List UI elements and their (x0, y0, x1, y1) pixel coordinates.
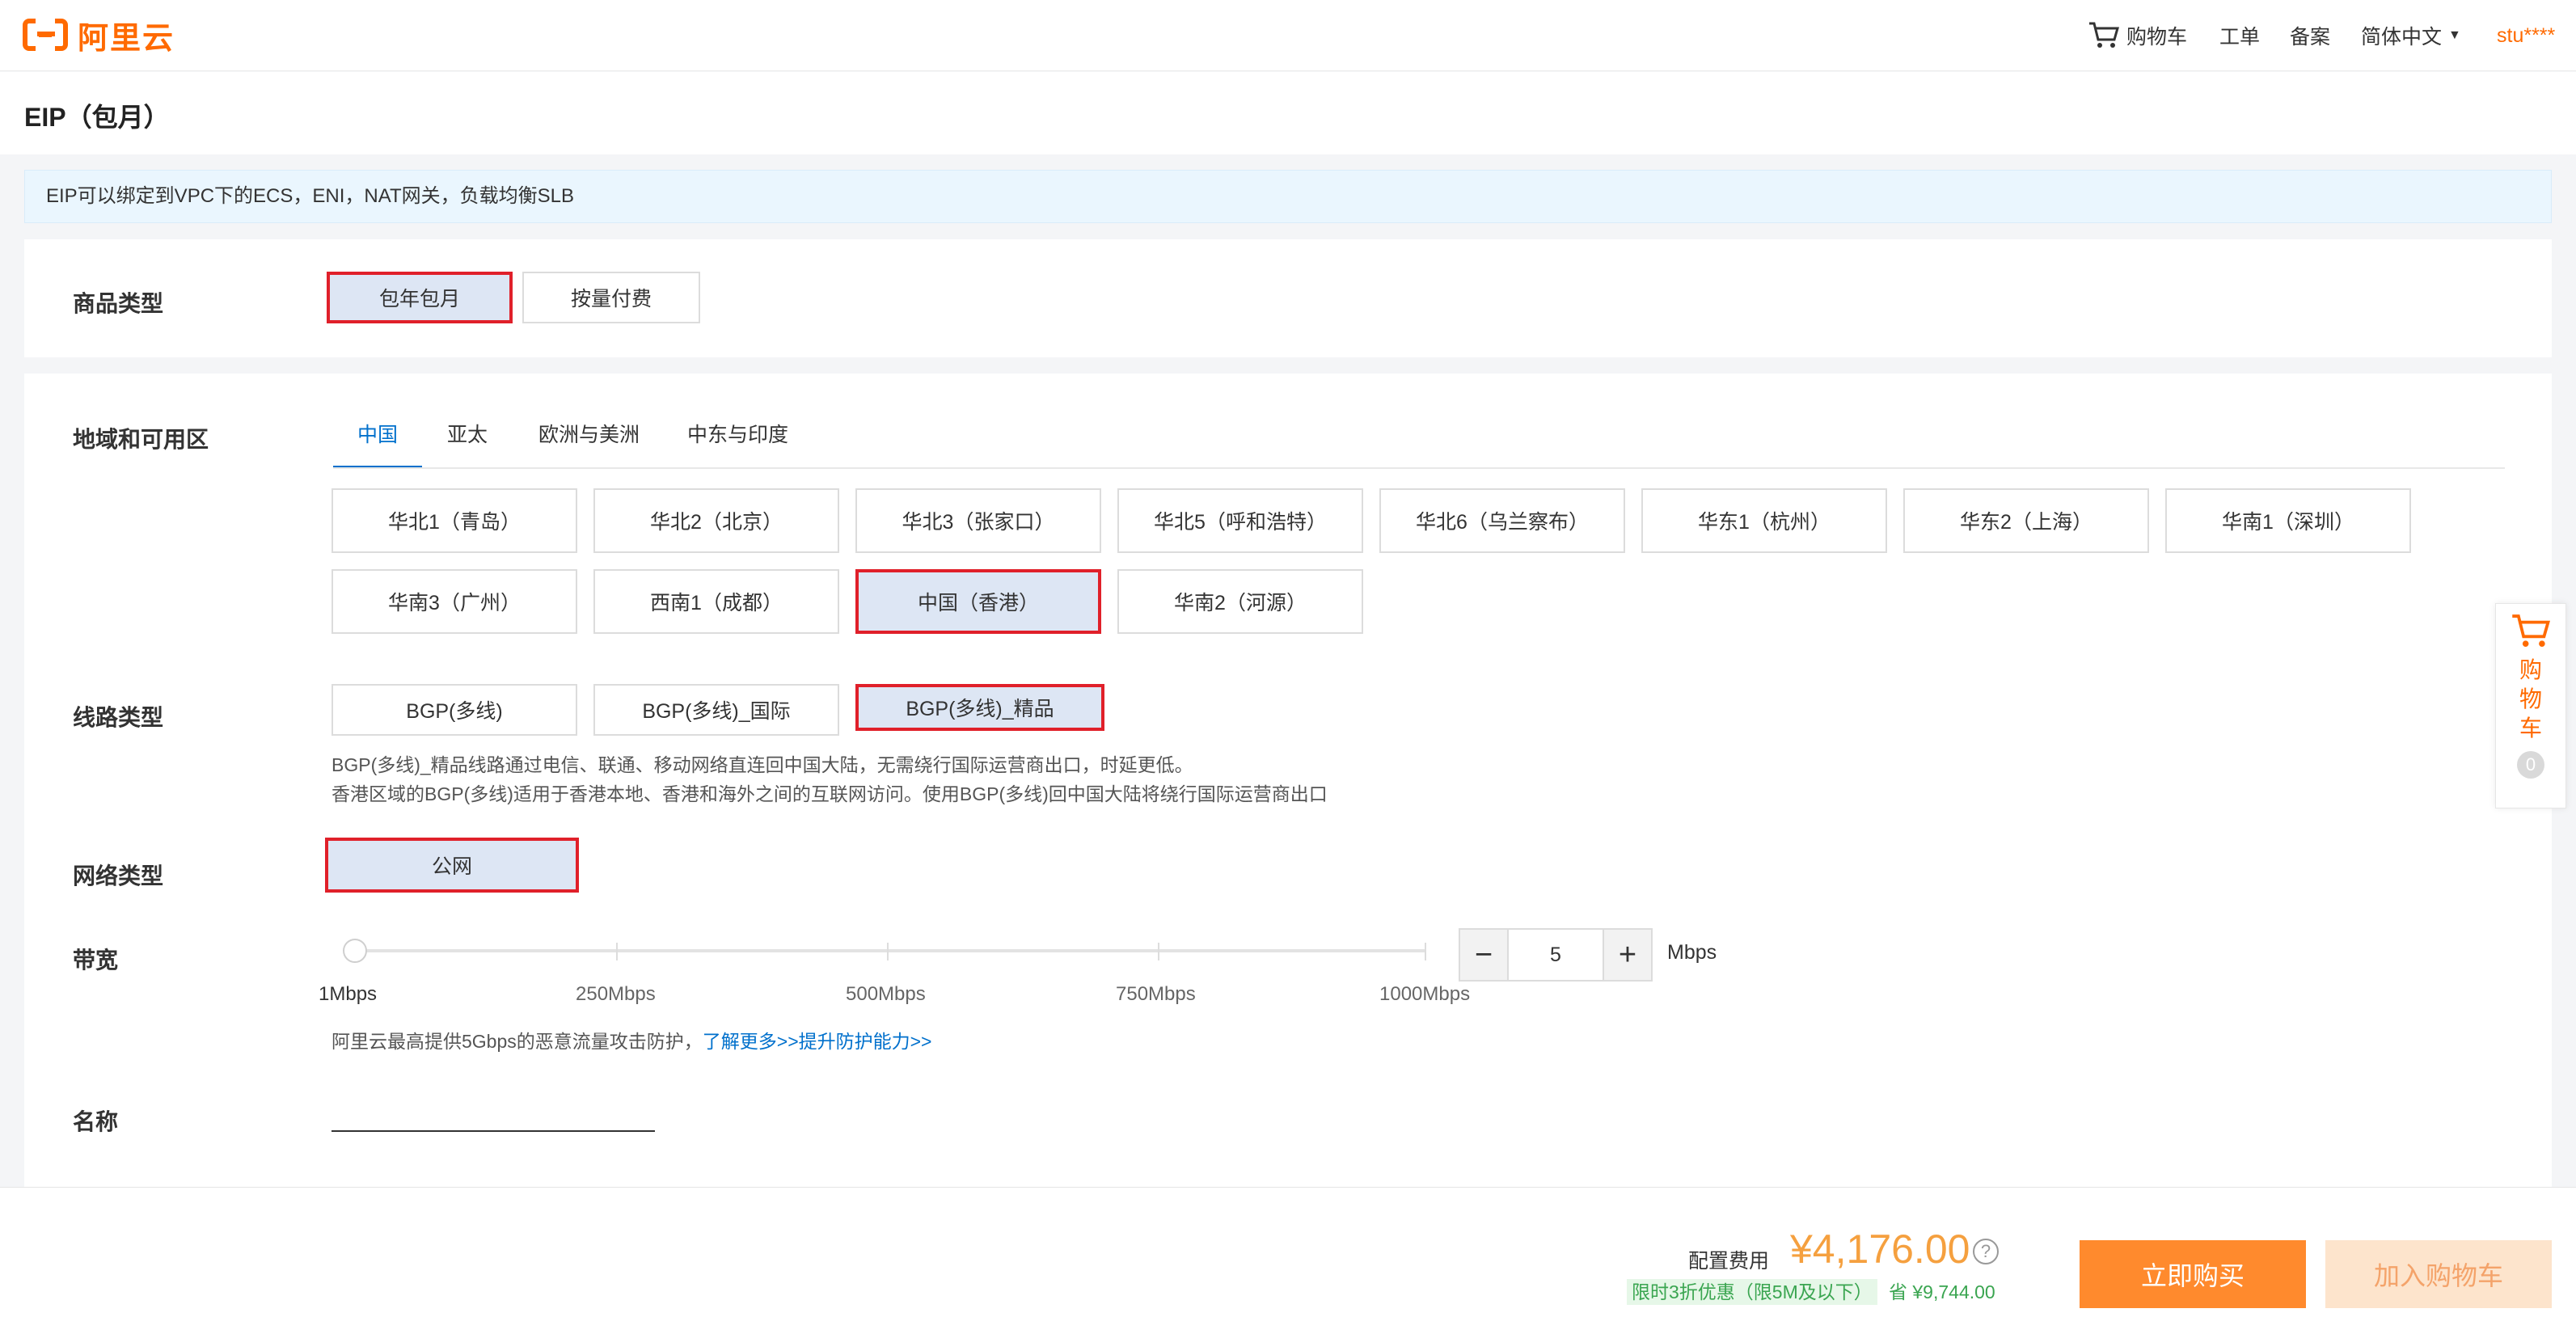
decrement-button[interactable]: − (1460, 930, 1507, 980)
bandwidth-input[interactable]: 5 (1507, 930, 1604, 980)
add-to-cart-button[interactable]: 加入购物车 (2325, 1240, 2552, 1308)
line-type-label: 线路类型 (73, 705, 164, 730)
buy-now-button[interactable]: 立即购买 (2080, 1240, 2306, 1308)
cart-nav-link[interactable]: 购物车 (2088, 15, 2187, 57)
region-guangzhou[interactable]: 华南3（广州） (332, 569, 577, 634)
line-type-desc-1: BGP(多线)_精品线路通过电信、联通、移动网络直连回中国大陆，无需绕行国际运营… (332, 754, 1193, 775)
language-dropdown[interactable]: 简体中文 ▼ (2361, 15, 2461, 57)
page-title: EIP（包月） (24, 103, 170, 132)
slider-tick (616, 943, 618, 960)
line-bgp-international[interactable]: BGP(多线)_国际 (593, 684, 839, 736)
promo-badge: 限时3折优惠（限5M及以下） (1627, 1279, 1877, 1305)
total-price: ¥4,176.00 (1790, 1226, 1970, 1272)
region-chengdu[interactable]: 西南1（成都） (593, 569, 839, 634)
ticket-nav-link[interactable]: 工单 (2219, 15, 2260, 57)
ddos-learn-more-link[interactable]: 了解更多>>提升防护能力>> (703, 1031, 932, 1052)
option-pay-as-you-go[interactable]: 按量付费 (522, 272, 700, 323)
tab-europe-americas[interactable]: 欧洲与美洲 (538, 411, 640, 469)
line-bgp[interactable]: BGP(多线) (332, 684, 577, 736)
increment-button[interactable]: + (1604, 930, 1651, 980)
language-label: 简体中文 (2361, 26, 2443, 49)
region-wulanchabu[interactable]: 华北6（乌兰察布） (1379, 488, 1625, 553)
title-bar (0, 72, 2576, 154)
line-type-desc-2: 香港区域的BGP(多线)适用于香港本地、香港和海外之间的互联网访问。使用BGP(… (332, 783, 1328, 804)
slider-tick (887, 943, 889, 960)
help-icon[interactable]: ? (1973, 1239, 1999, 1264)
region-hangzhou[interactable]: 华东1（杭州） (1641, 488, 1887, 553)
slider-tick (1425, 943, 1426, 960)
tab-asia-pacific[interactable]: 亚太 (447, 411, 488, 469)
cart-icon (2512, 614, 2550, 647)
cart-label: 购物车 (2126, 26, 2188, 49)
region-zhangjiakou[interactable]: 华北3（张家口） (855, 488, 1101, 553)
tick-label: 1000Mbps (1379, 983, 1471, 1005)
region-heyuan[interactable]: 华南2（河源） (1117, 569, 1363, 634)
name-input[interactable] (332, 1096, 655, 1132)
cart-count-badge: 0 (2517, 751, 2544, 779)
tab-divider (333, 467, 2505, 469)
bandwidth-unit: Mbps (1667, 941, 1717, 964)
name-label: 名称 (73, 1109, 119, 1134)
line-bgp-premium[interactable]: BGP(多线)_精品 (855, 684, 1104, 731)
tick-label: 1Mbps (319, 983, 378, 1005)
floating-cart[interactable]: 购物车 0 (2495, 603, 2566, 808)
ddos-tip: 阿里云最高提供5Gbps的恶意流量攻击防护，了解更多>>提升防护能力>> (332, 1027, 932, 1056)
tab-china[interactable]: 中国 (333, 411, 423, 469)
floating-cart-label: 购物车 (2519, 657, 2542, 741)
ddos-tip-text: 阿里云最高提供5Gbps的恶意流量攻击防护， (332, 1031, 703, 1052)
network-type-label: 网络类型 (73, 863, 164, 889)
region-huhehaote[interactable]: 华北5（呼和浩特） (1117, 488, 1363, 553)
cost-label: 配置费用 (1688, 1250, 1770, 1273)
tick-label: 250Mbps (576, 983, 656, 1005)
bandwidth-stepper: − 5 + (1459, 928, 1653, 982)
region-hongkong[interactable]: 中国（香港） (855, 569, 1101, 634)
cart-icon (2089, 22, 2119, 48)
aliyun-logo[interactable]: 阿里云 (23, 15, 175, 56)
option-subscription[interactable]: 包年包月 (327, 272, 513, 323)
tick-label: 750Mbps (1116, 983, 1196, 1005)
region-shanghai[interactable]: 华东2（上海） (1903, 488, 2149, 553)
top-navbar (0, 0, 2576, 71)
region-qingdao[interactable]: 华北1（青岛） (332, 488, 577, 553)
region-label: 地域和可用区 (73, 427, 209, 452)
logo-icon (23, 18, 68, 52)
bandwidth-slider-track[interactable] (351, 949, 1426, 952)
info-notice: EIP可以绑定到VPC下的ECS，ENI，NAT网关，负载均衡SLB (24, 170, 2552, 223)
user-account-link[interactable]: stu**** (2497, 15, 2555, 57)
logo-text: 阿里云 (78, 21, 175, 56)
filing-nav-link[interactable]: 备案 (2290, 15, 2330, 57)
network-public[interactable]: 公网 (325, 838, 579, 893)
region-beijing[interactable]: 华北2（北京） (593, 488, 839, 553)
tick-label: 500Mbps (846, 983, 926, 1005)
slider-tick (1158, 943, 1159, 960)
product-type-label: 商品类型 (73, 291, 164, 316)
bandwidth-label: 带宽 (73, 948, 119, 973)
tab-middle-east-india[interactable]: 中东与印度 (687, 411, 788, 469)
caret-down-icon: ▼ (2448, 28, 2461, 42)
savings-text: 省 ¥9,744.00 (1889, 1281, 1995, 1302)
region-shenzhen[interactable]: 华南1（深圳） (2165, 488, 2411, 553)
